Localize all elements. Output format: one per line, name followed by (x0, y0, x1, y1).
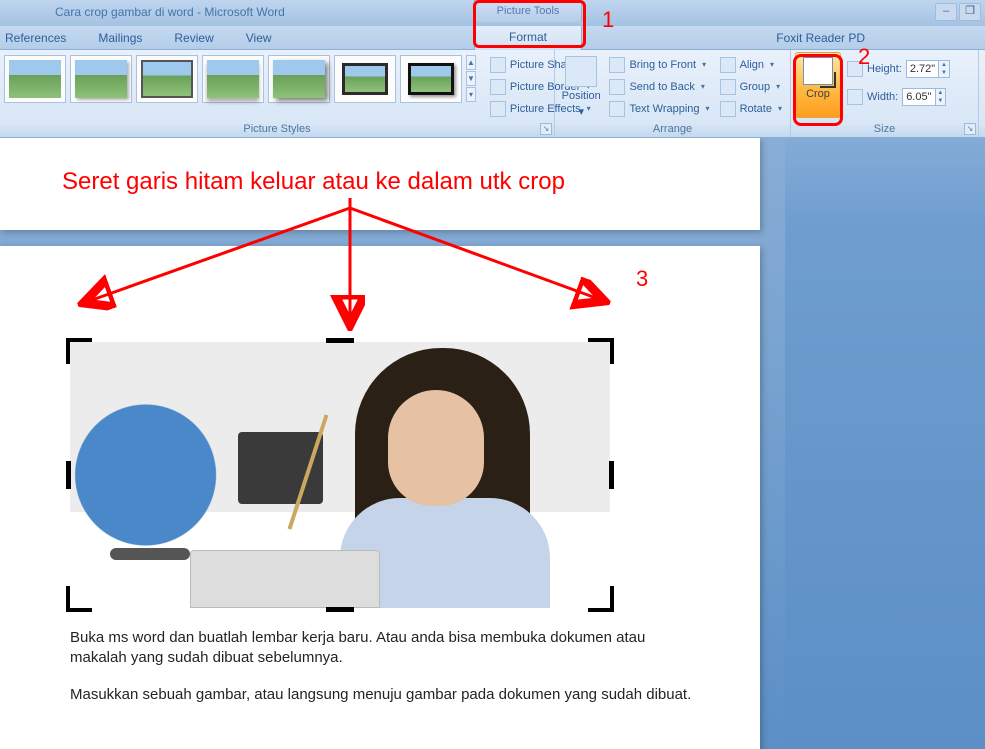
style-thumb-5[interactable] (268, 55, 330, 103)
send-back-label: Send to Back (629, 81, 694, 93)
restore-button[interactable]: ❐ (959, 3, 981, 21)
title-bar: Cara crop gambar di word - Microsoft Wor… (0, 0, 985, 26)
bring-front-icon (609, 57, 625, 73)
group-picture-styles: ▲ ▼ ▾ Picture Shape ▾ Picture Border ▾ P… (0, 50, 555, 137)
rotate-icon (720, 101, 736, 117)
group-size: Crop Height: 2.72" ▲▼ Width: 6.05" ▲▼ Si… (791, 50, 979, 137)
style-thumb-6[interactable] (334, 55, 396, 103)
height-input[interactable]: 2.72" ▲▼ (906, 60, 950, 78)
ribbon-tabs: References Mailings Review View Foxit Re… (0, 26, 985, 50)
tab-format[interactable]: Format (474, 26, 582, 50)
group-icon (720, 79, 736, 95)
tab-view[interactable]: View (246, 31, 272, 45)
tab-review[interactable]: Review (174, 31, 213, 45)
rotate-label: Rotate (740, 103, 772, 115)
window-buttons: – ❐ (935, 3, 981, 21)
align-icon (720, 57, 736, 73)
chevron-down-icon: ▾ (770, 60, 774, 69)
tab-foxit[interactable]: Foxit Reader PD (776, 31, 865, 45)
group-arrange: Position ▾ Bring to Front ▾ Send to Back ▾… (555, 50, 791, 137)
position-label: Position (562, 90, 601, 102)
gallery-up-icon[interactable]: ▲ (466, 55, 476, 70)
style-thumb-3[interactable] (136, 55, 198, 103)
group-launcher-size[interactable]: ↘ (964, 123, 976, 135)
crop-button[interactable]: Crop (795, 52, 841, 118)
width-label: Width: (867, 91, 898, 103)
bring-front-label: Bring to Front (629, 59, 696, 71)
chevron-down-icon: ▾ (706, 104, 710, 113)
height-value: 2.72" (907, 63, 938, 75)
annotation-instruction: Seret garis hitam keluar atau ke dalam u… (62, 168, 565, 196)
crop-handle-br[interactable] (588, 586, 614, 612)
position-button[interactable]: Position ▾ (559, 52, 603, 118)
spin-up-icon[interactable]: ▲ (935, 89, 946, 97)
crop-handle-top[interactable] (326, 338, 354, 343)
crop-handle-tr[interactable] (588, 338, 614, 364)
spin-down-icon[interactable]: ▼ (938, 69, 949, 77)
chevron-down-icon: ▾ (702, 60, 706, 69)
crop-handle-tl[interactable] (66, 338, 92, 364)
annotation-number-2: 2 (858, 44, 870, 70)
group-obj-label: Group (740, 81, 771, 93)
send-to-back-button[interactable]: Send to Back ▾ (605, 76, 713, 97)
align-label: Align (740, 59, 764, 71)
crop-handle-bl[interactable] (66, 586, 92, 612)
gallery-more-icon[interactable]: ▾ (466, 87, 476, 102)
picture-shape-icon (490, 57, 506, 73)
crop-label: Crop (806, 88, 830, 100)
chevron-down-icon: ▾ (778, 104, 782, 113)
ribbon: ▲ ▼ ▾ Picture Shape ▾ Picture Border ▾ P… (0, 50, 985, 138)
context-tab-picture-tools[interactable]: Picture Tools (474, 0, 582, 22)
rotate-button[interactable]: Rotate ▾ (716, 98, 786, 119)
style-thumb-1[interactable] (4, 55, 66, 103)
paragraph-2: Masukkan sebuah gambar, atau langsung me… (70, 685, 700, 705)
document-text: Buka ms word dan buatlah lembar kerja ba… (70, 628, 700, 705)
tab-references[interactable]: References (5, 31, 66, 45)
send-back-icon (609, 79, 625, 95)
group-label-picture-styles: Picture Styles (0, 123, 554, 135)
style-thumb-7[interactable] (400, 55, 462, 103)
group-label-size: Size (791, 123, 978, 135)
spin-down-icon[interactable]: ▼ (935, 97, 946, 105)
gallery-down-icon[interactable]: ▼ (466, 71, 476, 86)
chevron-down-icon: ▾ (776, 82, 780, 91)
chevron-down-icon: ▾ (701, 82, 705, 91)
bring-to-front-button[interactable]: Bring to Front ▾ (605, 54, 713, 75)
spin-up-icon[interactable]: ▲ (938, 61, 949, 69)
text-wrapping-button[interactable]: Text Wrapping ▾ (605, 98, 713, 119)
paragraph-1: Buka ms word dan buatlah lembar kerja ba… (70, 628, 700, 669)
page-current: Buka ms word dan buatlah lembar kerja ba… (0, 246, 760, 749)
style-thumb-2[interactable] (70, 55, 132, 103)
annotation-number-1: 1 (602, 7, 614, 33)
picture-style-gallery[interactable] (4, 55, 462, 119)
minimize-button[interactable]: – (935, 3, 957, 21)
picture-effects-icon (490, 101, 506, 117)
width-row: Width: 6.05" ▲▼ (847, 86, 950, 108)
chevron-down-icon: ▾ (578, 105, 584, 118)
width-icon (847, 89, 863, 105)
width-value: 6.05" (903, 91, 934, 103)
picture-border-icon (490, 79, 506, 95)
photo-content (70, 342, 610, 608)
window-title: Cara crop gambar di word - Microsoft Wor… (55, 5, 285, 19)
crop-handle-bottom[interactable] (326, 607, 354, 612)
crop-handle-right[interactable] (609, 461, 614, 489)
height-label: Height: (867, 63, 902, 75)
group-label-arrange: Arrange (555, 123, 790, 135)
crop-handle-left[interactable] (66, 461, 71, 489)
selected-image[interactable] (70, 342, 610, 608)
tab-mailings[interactable]: Mailings (98, 31, 142, 45)
crop-icon (803, 57, 833, 85)
width-input[interactable]: 6.05" ▲▼ (902, 88, 946, 106)
position-icon (565, 56, 597, 87)
style-thumb-4[interactable] (202, 55, 264, 103)
gallery-scroll[interactable]: ▲ ▼ ▾ (466, 55, 476, 119)
text-wrap-icon (609, 101, 625, 117)
group-button[interactable]: Group ▾ (716, 76, 786, 97)
group-launcher-picture-styles[interactable]: ↘ (540, 123, 552, 135)
align-button[interactable]: Align ▾ (716, 54, 786, 75)
annotation-number-3: 3 (636, 266, 648, 292)
text-wrap-label: Text Wrapping (629, 103, 699, 115)
document-area[interactable]: Buka ms word dan buatlah lembar kerja ba… (0, 138, 785, 749)
